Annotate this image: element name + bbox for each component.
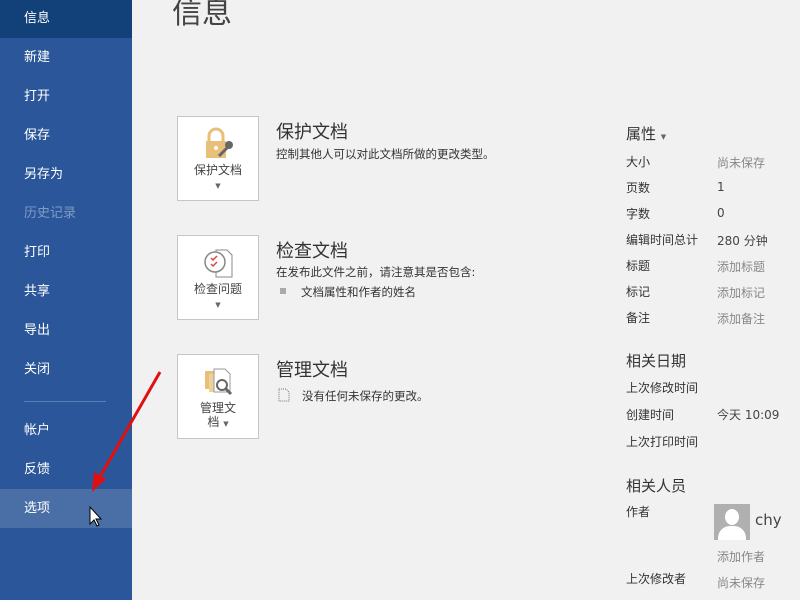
add-comments-field[interactable]: 添加备注	[717, 310, 765, 327]
nav-export[interactable]: 导出	[0, 311, 132, 350]
nav-new[interactable]: 新建	[0, 38, 132, 77]
protect-heading: 保护文档	[276, 122, 348, 143]
lock-key-icon	[206, 127, 233, 158]
dropdown-caret-icon: ▼	[223, 420, 229, 428]
prop-value: 0	[717, 206, 725, 220]
avatar	[714, 504, 750, 540]
dates-heading: 相关日期	[626, 352, 687, 370]
nav-close[interactable]: 关闭	[0, 350, 132, 389]
date-label: 上次打印时间	[626, 435, 699, 449]
inspect-heading: 检查文档	[276, 241, 348, 262]
last-modified-by-value: 尚未保存	[717, 576, 766, 590]
manage-heading: 管理文档	[276, 360, 348, 381]
manage-button-label-2: 档	[207, 415, 220, 429]
author-name[interactable]: chy	[755, 511, 782, 529]
last-modified-by-label: 上次修改者	[626, 572, 687, 586]
nav-open[interactable]: 打开	[0, 77, 132, 116]
dropdown-caret-icon: ▼	[660, 133, 667, 141]
inspect-button-label: 检查问题	[193, 282, 242, 296]
nav-history: 历史记录	[24, 206, 77, 221]
properties-heading[interactable]: 属性 ▼	[626, 123, 666, 144]
prop-value: 1	[717, 180, 725, 194]
protect-document-button[interactable]: 保护文档 ▼	[177, 116, 259, 201]
prop-label: 字数	[626, 207, 651, 221]
inspect-bullet: 文档属性和作者的姓名	[301, 285, 416, 299]
inspect-document-icon	[204, 249, 233, 278]
nav-divider	[24, 401, 106, 402]
people-heading: 相关人员	[626, 477, 687, 495]
protect-desc: 控制其他人可以对此文档所做的更改类型。	[276, 147, 495, 161]
prop-label: 标题	[626, 259, 651, 273]
check-issues-button[interactable]: 检查问题 ▼	[177, 235, 259, 320]
dropdown-caret-icon: ▼	[215, 301, 221, 309]
date-label: 上次修改时间	[626, 381, 699, 395]
backstage-sidebar: 信息 新建 打开 保存 另存为 历史记录 打印 共享 导出 关闭 帐户 反馈 选…	[0, 0, 132, 600]
manage-button-label-1: 管理文	[199, 401, 236, 415]
add-tags-field[interactable]: 添加标记	[717, 284, 765, 301]
nav-save[interactable]: 保存	[0, 116, 132, 155]
bullet-icon	[280, 288, 286, 294]
prop-label: 大小	[626, 155, 651, 169]
manage-versions-icon	[205, 368, 233, 396]
nav-account[interactable]: 帐户	[0, 411, 132, 450]
nav-print[interactable]: 打印	[0, 233, 132, 272]
inspect-desc: 在发布此文件之前，请注意其是否包含:	[276, 265, 476, 279]
prop-value: 尚未保存	[717, 156, 766, 170]
prop-label: 编辑时间总计	[626, 233, 699, 247]
protect-button-label: 保护文档	[193, 163, 242, 177]
add-title-field[interactable]: 添加标题	[717, 258, 765, 275]
manage-document-button[interactable]: 管理文档 ▼	[177, 354, 259, 439]
document-icon	[278, 388, 290, 402]
nav-info[interactable]: 信息	[0, 0, 132, 38]
add-author-field[interactable]: 添加作者	[717, 548, 765, 565]
properties-heading-label: 属性	[626, 125, 657, 143]
prop-label: 页数	[626, 181, 651, 195]
page-title: 信息	[172, 0, 232, 31]
nav-share[interactable]: 共享	[0, 272, 132, 311]
nav-options[interactable]: 选项	[0, 489, 132, 528]
manage-desc: 没有任何未保存的更改。	[302, 389, 429, 403]
nav-save-as[interactable]: 另存为	[0, 155, 132, 194]
dropdown-caret-icon: ▼	[215, 182, 221, 190]
prop-label: 标记	[626, 285, 651, 299]
author-label: 作者	[626, 505, 651, 519]
date-value: 今天 10:09	[717, 408, 780, 422]
date-label: 创建时间	[626, 408, 675, 422]
prop-value: 280 分钟	[717, 234, 768, 248]
nav-feedback[interactable]: 反馈	[0, 450, 132, 489]
prop-label: 备注	[626, 311, 651, 325]
